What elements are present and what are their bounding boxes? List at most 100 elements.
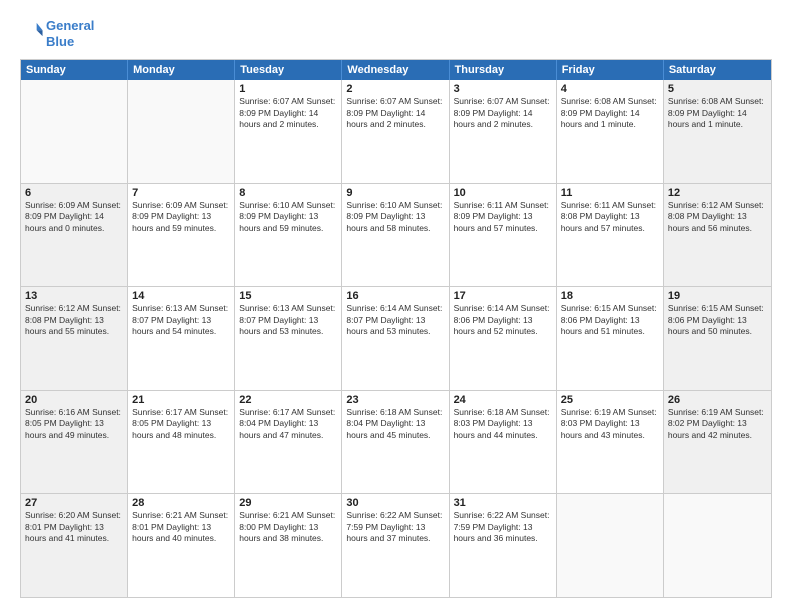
day-info: Sunrise: 6:20 AM Sunset: 8:01 PM Dayligh…: [25, 510, 123, 544]
calendar-week-row: 27Sunrise: 6:20 AM Sunset: 8:01 PM Dayli…: [21, 493, 771, 597]
day-info: Sunrise: 6:19 AM Sunset: 8:02 PM Dayligh…: [668, 407, 767, 441]
logo-blue: Blue: [46, 34, 74, 49]
calendar-cell: 9Sunrise: 6:10 AM Sunset: 8:09 PM Daylig…: [342, 184, 449, 287]
calendar-cell: 17Sunrise: 6:14 AM Sunset: 8:06 PM Dayli…: [450, 287, 557, 390]
day-number: 19: [668, 290, 767, 302]
day-number: 6: [25, 187, 123, 199]
day-number: 29: [239, 497, 337, 509]
day-info: Sunrise: 6:07 AM Sunset: 8:09 PM Dayligh…: [239, 96, 337, 130]
day-info: Sunrise: 6:18 AM Sunset: 8:03 PM Dayligh…: [454, 407, 552, 441]
day-number: 28: [132, 497, 230, 509]
calendar-cell: 20Sunrise: 6:16 AM Sunset: 8:05 PM Dayli…: [21, 391, 128, 494]
day-number: 24: [454, 394, 552, 406]
day-number: 21: [132, 394, 230, 406]
day-info: Sunrise: 6:14 AM Sunset: 8:07 PM Dayligh…: [346, 303, 444, 337]
day-info: Sunrise: 6:10 AM Sunset: 8:09 PM Dayligh…: [239, 200, 337, 234]
day-number: 1: [239, 83, 337, 95]
day-number: 5: [668, 83, 767, 95]
day-info: Sunrise: 6:22 AM Sunset: 7:59 PM Dayligh…: [346, 510, 444, 544]
day-info: Sunrise: 6:15 AM Sunset: 8:06 PM Dayligh…: [668, 303, 767, 337]
day-info: Sunrise: 6:14 AM Sunset: 8:06 PM Dayligh…: [454, 303, 552, 337]
day-number: 25: [561, 394, 659, 406]
calendar-cell: 4Sunrise: 6:08 AM Sunset: 8:09 PM Daylig…: [557, 80, 664, 183]
calendar-cell: 26Sunrise: 6:19 AM Sunset: 8:02 PM Dayli…: [664, 391, 771, 494]
day-number: 2: [346, 83, 444, 95]
page: General Blue SundayMondayTuesdayWednesda…: [0, 0, 792, 612]
calendar-cell: 30Sunrise: 6:22 AM Sunset: 7:59 PM Dayli…: [342, 494, 449, 597]
day-number: 14: [132, 290, 230, 302]
day-number: 3: [454, 83, 552, 95]
header: General Blue: [20, 18, 772, 49]
day-info: Sunrise: 6:10 AM Sunset: 8:09 PM Dayligh…: [346, 200, 444, 234]
day-number: 10: [454, 187, 552, 199]
day-info: Sunrise: 6:09 AM Sunset: 8:09 PM Dayligh…: [25, 200, 123, 234]
weekday-header: Wednesday: [342, 60, 449, 80]
day-number: 31: [454, 497, 552, 509]
calendar-cell: 28Sunrise: 6:21 AM Sunset: 8:01 PM Dayli…: [128, 494, 235, 597]
calendar-cell: 22Sunrise: 6:17 AM Sunset: 8:04 PM Dayli…: [235, 391, 342, 494]
day-info: Sunrise: 6:08 AM Sunset: 8:09 PM Dayligh…: [561, 96, 659, 130]
day-info: Sunrise: 6:07 AM Sunset: 8:09 PM Dayligh…: [454, 96, 552, 130]
day-info: Sunrise: 6:07 AM Sunset: 8:09 PM Dayligh…: [346, 96, 444, 130]
calendar-body: 1Sunrise: 6:07 AM Sunset: 8:09 PM Daylig…: [21, 80, 771, 597]
logo-general: General: [46, 18, 94, 33]
day-number: 16: [346, 290, 444, 302]
day-info: Sunrise: 6:12 AM Sunset: 8:08 PM Dayligh…: [668, 200, 767, 234]
day-number: 4: [561, 83, 659, 95]
calendar-week-row: 20Sunrise: 6:16 AM Sunset: 8:05 PM Dayli…: [21, 390, 771, 494]
calendar-cell: 29Sunrise: 6:21 AM Sunset: 8:00 PM Dayli…: [235, 494, 342, 597]
day-number: 13: [25, 290, 123, 302]
calendar-cell: 1Sunrise: 6:07 AM Sunset: 8:09 PM Daylig…: [235, 80, 342, 183]
day-info: Sunrise: 6:18 AM Sunset: 8:04 PM Dayligh…: [346, 407, 444, 441]
calendar-cell: 16Sunrise: 6:14 AM Sunset: 8:07 PM Dayli…: [342, 287, 449, 390]
day-number: 22: [239, 394, 337, 406]
calendar-cell: 11Sunrise: 6:11 AM Sunset: 8:08 PM Dayli…: [557, 184, 664, 287]
calendar-cell: 3Sunrise: 6:07 AM Sunset: 8:09 PM Daylig…: [450, 80, 557, 183]
day-info: Sunrise: 6:16 AM Sunset: 8:05 PM Dayligh…: [25, 407, 123, 441]
weekday-header: Sunday: [21, 60, 128, 80]
calendar-cell: [664, 494, 771, 597]
day-number: 30: [346, 497, 444, 509]
day-info: Sunrise: 6:22 AM Sunset: 7:59 PM Dayligh…: [454, 510, 552, 544]
day-number: 7: [132, 187, 230, 199]
day-info: Sunrise: 6:19 AM Sunset: 8:03 PM Dayligh…: [561, 407, 659, 441]
day-number: 12: [668, 187, 767, 199]
calendar-cell: 10Sunrise: 6:11 AM Sunset: 8:09 PM Dayli…: [450, 184, 557, 287]
calendar-cell: 13Sunrise: 6:12 AM Sunset: 8:08 PM Dayli…: [21, 287, 128, 390]
calendar-cell: 7Sunrise: 6:09 AM Sunset: 8:09 PM Daylig…: [128, 184, 235, 287]
calendar-cell: 2Sunrise: 6:07 AM Sunset: 8:09 PM Daylig…: [342, 80, 449, 183]
calendar-cell: 6Sunrise: 6:09 AM Sunset: 8:09 PM Daylig…: [21, 184, 128, 287]
calendar-cell: 21Sunrise: 6:17 AM Sunset: 8:05 PM Dayli…: [128, 391, 235, 494]
weekday-header: Tuesday: [235, 60, 342, 80]
day-info: Sunrise: 6:21 AM Sunset: 8:01 PM Dayligh…: [132, 510, 230, 544]
calendar-week-row: 13Sunrise: 6:12 AM Sunset: 8:08 PM Dayli…: [21, 286, 771, 390]
calendar-cell: 5Sunrise: 6:08 AM Sunset: 8:09 PM Daylig…: [664, 80, 771, 183]
calendar-cell: 24Sunrise: 6:18 AM Sunset: 8:03 PM Dayli…: [450, 391, 557, 494]
calendar-cell: 25Sunrise: 6:19 AM Sunset: 8:03 PM Dayli…: [557, 391, 664, 494]
day-number: 20: [25, 394, 123, 406]
calendar-cell: [557, 494, 664, 597]
day-info: Sunrise: 6:17 AM Sunset: 8:05 PM Dayligh…: [132, 407, 230, 441]
day-number: 8: [239, 187, 337, 199]
weekday-header: Monday: [128, 60, 235, 80]
day-number: 23: [346, 394, 444, 406]
day-number: 17: [454, 290, 552, 302]
day-number: 27: [25, 497, 123, 509]
calendar-cell: 27Sunrise: 6:20 AM Sunset: 8:01 PM Dayli…: [21, 494, 128, 597]
logo: General Blue: [20, 18, 94, 49]
day-info: Sunrise: 6:12 AM Sunset: 8:08 PM Dayligh…: [25, 303, 123, 337]
day-info: Sunrise: 6:13 AM Sunset: 8:07 PM Dayligh…: [132, 303, 230, 337]
day-info: Sunrise: 6:21 AM Sunset: 8:00 PM Dayligh…: [239, 510, 337, 544]
day-number: 15: [239, 290, 337, 302]
calendar-cell: 8Sunrise: 6:10 AM Sunset: 8:09 PM Daylig…: [235, 184, 342, 287]
calendar-header: SundayMondayTuesdayWednesdayThursdayFrid…: [21, 60, 771, 80]
calendar-cell: [21, 80, 128, 183]
day-info: Sunrise: 6:11 AM Sunset: 8:09 PM Dayligh…: [454, 200, 552, 234]
day-info: Sunrise: 6:15 AM Sunset: 8:06 PM Dayligh…: [561, 303, 659, 337]
calendar-cell: 19Sunrise: 6:15 AM Sunset: 8:06 PM Dayli…: [664, 287, 771, 390]
day-info: Sunrise: 6:17 AM Sunset: 8:04 PM Dayligh…: [239, 407, 337, 441]
weekday-header: Friday: [557, 60, 664, 80]
calendar-cell: [128, 80, 235, 183]
logo-text: General Blue: [46, 18, 94, 49]
day-number: 9: [346, 187, 444, 199]
